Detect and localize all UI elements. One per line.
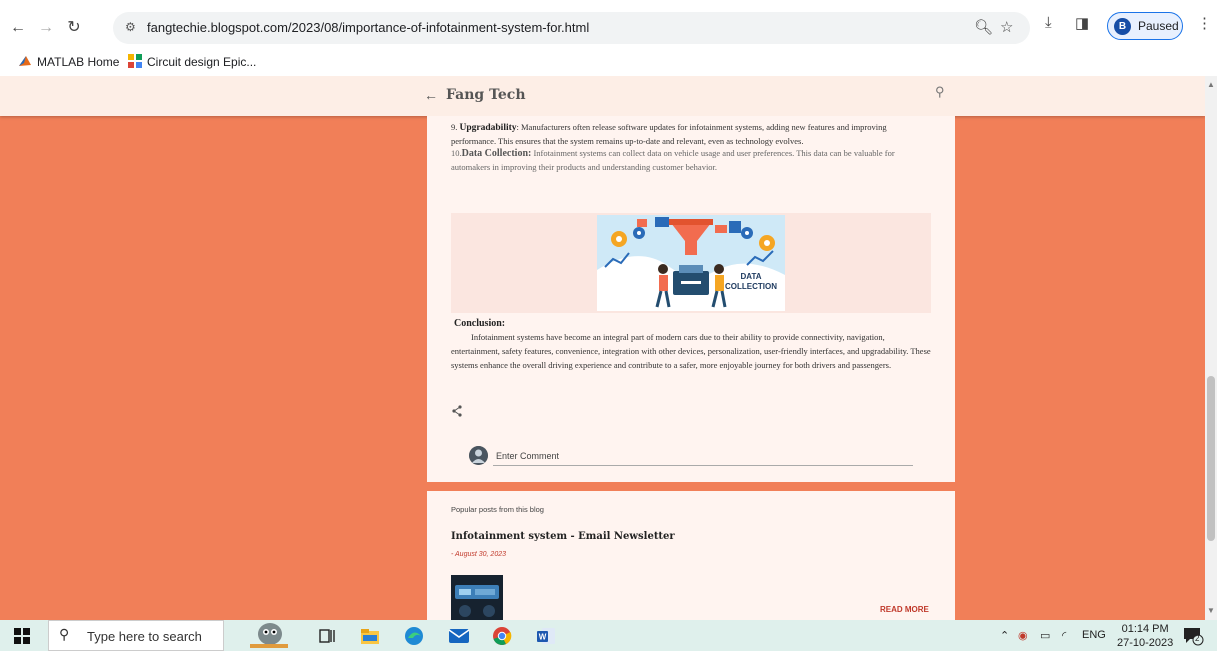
battery-icon[interactable]: ▭ xyxy=(1040,629,1050,642)
scroll-thumb[interactable] xyxy=(1207,376,1215,541)
reload-icon[interactable]: ↻ xyxy=(62,16,86,40)
zoom-icon[interactable]: 🔍︎ xyxy=(974,18,993,36)
blog-title[interactable]: Fang Tech xyxy=(446,87,526,103)
back-arrow-icon[interactable]: ← xyxy=(424,87,438,103)
data-collection-illustration: DATA COLLECTION xyxy=(597,215,785,311)
scroll-down-icon[interactable]: ▼ xyxy=(1207,606,1215,615)
back-icon[interactable]: ← xyxy=(6,16,30,40)
avatar: B xyxy=(1114,18,1131,35)
windows-start-icon[interactable] xyxy=(14,628,30,644)
popular-posts-label: Popular posts from this blog xyxy=(451,505,544,514)
notification-count: 2 xyxy=(1195,634,1200,643)
image-caption-line1: DATA xyxy=(740,272,761,281)
profile-status: Paused xyxy=(1138,19,1179,33)
scroll-up-icon[interactable]: ▲ xyxy=(1207,80,1215,89)
side-panel-icon[interactable]: ◨ xyxy=(1075,14,1089,32)
svg-text:W: W xyxy=(539,633,547,642)
mail-icon[interactable] xyxy=(448,626,470,646)
comment-input[interactable]: Enter Comment xyxy=(493,448,913,466)
menu-kebab-icon[interactable]: ⋮ xyxy=(1197,14,1212,32)
grid-app-icon xyxy=(128,54,142,68)
system-clock[interactable]: 01:14 PM 27-10-2023 xyxy=(1117,622,1173,650)
language-indicator[interactable]: ENG xyxy=(1082,629,1106,641)
popular-post-title[interactable]: Infotainment system - Email Newsletter xyxy=(451,531,675,542)
file-explorer-icon[interactable] xyxy=(360,626,380,646)
windows-taskbar: ⚲ Type here to search W ⌃ ◉ ▭ ◜ ENG 01:1… xyxy=(0,620,1217,651)
url-text[interactable]: fangtechie.blogspot.com/2023/08/importan… xyxy=(147,20,589,35)
list-item-upgradability: 9. Upgradability: Manufacturers often re… xyxy=(451,122,887,146)
popular-post-thumbnail[interactable] xyxy=(451,575,503,620)
download-icon[interactable]: ⤓ xyxy=(1045,14,1052,31)
word-icon[interactable]: W xyxy=(536,626,556,646)
taskbar-search[interactable]: ⚲ Type here to search xyxy=(48,620,224,651)
show-hidden-icons-icon[interactable]: ⌃ xyxy=(1000,629,1009,642)
search-icon[interactable]: ⚲ xyxy=(935,84,945,100)
image-frame: DATA COLLECTION xyxy=(451,213,931,313)
read-more-link[interactable]: READ MORE xyxy=(880,605,929,614)
blog-header: ← Fang Tech ⚲ xyxy=(0,76,1205,116)
clock-time: 01:14 PM xyxy=(1121,623,1169,635)
share-icon[interactable] xyxy=(451,404,463,420)
browser-chrome: ← → ↻ ⚙ fangtechie.blogspot.com/2023/08/… xyxy=(0,0,1217,76)
edge-browser-icon[interactable] xyxy=(404,626,424,646)
post-card: 9. Upgradability: Manufacturers often re… xyxy=(427,116,955,482)
popular-post-date: - August 30, 2023 xyxy=(451,551,507,558)
list-item-data-collection: 10.Data Collection: Infotainment systems… xyxy=(451,148,895,172)
bookmarks-bar: MATLAB Home Circuit design Epic... xyxy=(0,51,1217,73)
address-row: ← → ↻ ⚙ fangtechie.blogspot.com/2023/08/… xyxy=(0,12,1217,44)
site-info-icon[interactable]: ⚙ xyxy=(125,20,136,34)
clock-date: 27-10-2023 xyxy=(1117,637,1174,649)
page-viewport: ← Fang Tech ⚲ 9. Upgradability: Manufact… xyxy=(0,76,1205,620)
bookmark-circuit-design[interactable]: Circuit design Epic... xyxy=(128,54,256,69)
task-view-icon[interactable] xyxy=(318,627,336,645)
matlab-icon xyxy=(19,56,31,66)
profile-button[interactable]: B Paused xyxy=(1107,12,1183,40)
chrome-icon[interactable] xyxy=(492,626,512,646)
bookmark-matlab[interactable]: MATLAB Home xyxy=(18,54,119,69)
commenter-avatar xyxy=(469,446,488,465)
page-scrollbar[interactable]: ▲ ▼ xyxy=(1205,76,1217,620)
forward-icon[interactable]: → xyxy=(34,16,58,40)
popular-posts-card: Popular posts from this blog Infotainmen… xyxy=(427,491,955,620)
bookmark-star-icon[interactable]: ☆ xyxy=(1000,18,1013,36)
conclusion-paragraph: Infotainment systems have become an inte… xyxy=(451,332,931,370)
taskbar-search-placeholder: Type here to search xyxy=(87,629,202,644)
data-collection-image[interactable]: DATA COLLECTION xyxy=(597,215,785,311)
conclusion-heading: Conclusion: xyxy=(454,318,506,329)
notification-icon[interactable]: 2 xyxy=(1182,626,1204,646)
search-icon: ⚲ xyxy=(59,626,70,642)
wifi-icon[interactable]: ◜ xyxy=(1062,629,1066,642)
image-caption-line2: COLLECTION xyxy=(725,282,777,291)
post-body: 9. Upgradability: Manufacturers often re… xyxy=(451,121,931,173)
network-status-icon[interactable]: ◉ xyxy=(1018,629,1028,642)
address-bar[interactable]: ⚙ fangtechie.blogspot.com/2023/08/import… xyxy=(113,12,1030,44)
search-highlight-image[interactable] xyxy=(246,620,292,651)
